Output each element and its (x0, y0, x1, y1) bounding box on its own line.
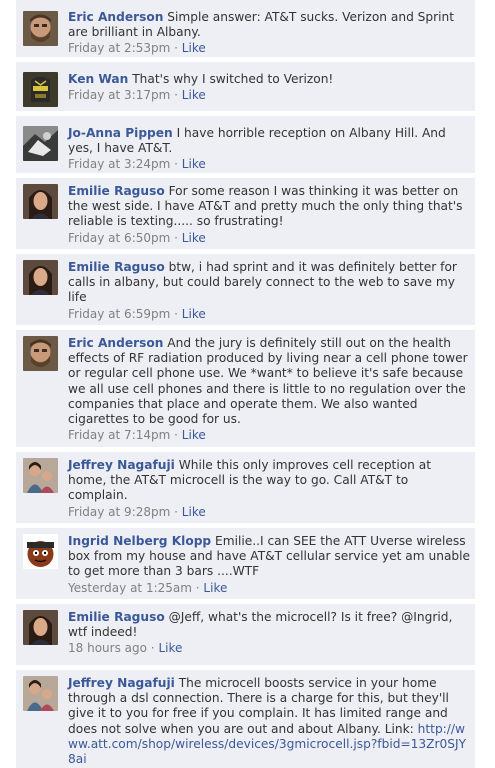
bearded-man-photo-avatar[interactable] (23, 11, 58, 46)
comment-meta: 18 hours ago · Like (68, 640, 471, 656)
bearded-man-photo-avatar[interactable] (23, 336, 58, 371)
cartoon-character-avatar[interactable] (23, 534, 58, 569)
family-photo-icon (23, 458, 58, 493)
comment-meta: Friday at 9:28pm · Like (68, 504, 471, 520)
meta-separator: · (174, 88, 178, 103)
comment-item: Jeffrey Nagafuji While this only improve… (16, 452, 475, 524)
comment-body: Emilie Raguso @Jeff, what's the microcel… (68, 610, 471, 640)
comment-meta: Yesterday at 1:25am · Like (68, 580, 471, 596)
family-photo-icon (23, 676, 58, 711)
family-photo-avatar[interactable] (23, 458, 58, 493)
like-link[interactable]: Like (182, 88, 206, 102)
comment-item: Eric Anderson And the jury is definitely… (16, 330, 475, 448)
comment-author[interactable]: Jeffrey Nagafuji (68, 458, 175, 472)
comment-author[interactable]: Eric Anderson (68, 10, 163, 24)
comment-author[interactable]: Emilie Raguso (68, 610, 165, 624)
comment-timestamp[interactable]: Friday at 6:59pm (68, 307, 170, 321)
meta-separator: · (174, 306, 178, 321)
black-and-white-photo-icon (23, 126, 58, 161)
like-link[interactable]: Like (182, 157, 206, 171)
comment-meta: Friday at 6:50pm · Like (68, 230, 471, 246)
comment-body: Jo-Anna Pippen I have horrible reception… (68, 126, 471, 156)
comment-author[interactable]: Jeffrey Nagafuji (68, 676, 175, 690)
comment-author[interactable]: Emilie Raguso (68, 260, 165, 274)
woman-portrait-photo-avatar[interactable] (23, 184, 58, 219)
comment-item: Ken Wan That's why I switched to Verizon… (16, 62, 475, 112)
woman-portrait-photo-avatar[interactable] (23, 260, 58, 295)
comment-meta: Friday at 2:53pm · Like (68, 40, 471, 56)
comment-author[interactable]: Jo-Anna Pippen (68, 126, 173, 140)
meta-separator: · (174, 428, 178, 443)
comment-timestamp[interactable]: Friday at 3:24pm (68, 157, 170, 171)
comment-timestamp[interactable]: Friday at 2:53pm (68, 41, 170, 55)
comment-body: Eric Anderson Simple answer: AT&T sucks.… (68, 10, 471, 40)
meta-separator: · (174, 230, 178, 245)
like-link[interactable]: Like (182, 505, 206, 519)
comment-meta: Friday at 7:14pm · Like (68, 427, 471, 443)
like-link[interactable]: Like (182, 41, 206, 55)
comment-timestamp[interactable]: Friday at 7:14pm (68, 428, 170, 442)
comment-body: Ingrid Nelberg Klopp Emilie..I can SEE t… (68, 534, 471, 580)
meta-separator: · (174, 41, 178, 56)
comment-body: Ken Wan That's why I switched to Verizon… (68, 72, 471, 87)
comment-author[interactable]: Eric Anderson (68, 336, 163, 350)
woman-portrait-photo-avatar[interactable] (23, 610, 58, 645)
bearded-man-photo-icon (23, 11, 58, 46)
comment-item: Jeffrey Nagafuji The microcell boosts se… (16, 670, 475, 768)
comment-body: Eric Anderson And the jury is definitely… (68, 336, 471, 427)
like-link[interactable]: Like (182, 231, 206, 245)
comment-item: Ingrid Nelberg Klopp Emilie..I can SEE t… (16, 528, 475, 600)
meta-separator: · (174, 157, 178, 172)
family-photo-avatar[interactable] (23, 676, 58, 711)
comment-author[interactable]: Emilie Raguso (68, 184, 165, 198)
sports-jersey-photo-icon (23, 72, 58, 107)
comment-timestamp[interactable]: Friday at 9:28pm (68, 505, 170, 519)
comment-thread: Eric Anderson Simple answer: AT&T sucks.… (16, 0, 475, 768)
comment-item: Emilie Raguso For some reason I was thin… (16, 178, 475, 250)
like-link[interactable]: Like (203, 581, 227, 595)
comment-item: Jo-Anna Pippen I have horrible reception… (16, 116, 475, 174)
meta-separator: · (195, 580, 200, 595)
woman-portrait-photo-icon (23, 184, 58, 219)
comment-body: Jeffrey Nagafuji The microcell boosts se… (68, 676, 471, 767)
comment-item: Emilie Raguso btw, i had sprint and it w… (16, 254, 475, 326)
comment-timestamp[interactable]: Friday at 3:17pm (68, 88, 170, 102)
bearded-man-photo-icon (23, 336, 58, 371)
comment-body: Emilie Raguso For some reason I was thin… (68, 184, 471, 230)
comment-timestamp[interactable]: Yesterday at 1:25am (68, 581, 192, 595)
like-link[interactable]: Like (182, 307, 206, 321)
comment-body: Jeffrey Nagafuji While this only improve… (68, 458, 471, 504)
comment-meta: Friday at 3:24pm · Like (68, 156, 471, 172)
comment-timestamp[interactable]: 18 hours ago (68, 641, 147, 655)
sports-jersey-photo-avatar[interactable] (23, 72, 58, 107)
meta-separator: · (150, 641, 155, 656)
meta-separator: · (174, 504, 178, 519)
comment-timestamp[interactable]: Friday at 6:50pm (68, 231, 170, 245)
woman-portrait-photo-icon (23, 260, 58, 295)
black-and-white-photo-avatar[interactable] (23, 126, 58, 161)
like-link[interactable]: Like (158, 641, 182, 655)
cartoon-character-icon (23, 534, 58, 569)
like-link[interactable]: Like (182, 428, 206, 442)
woman-portrait-photo-icon (23, 610, 58, 645)
comment-body: Emilie Raguso btw, i had sprint and it w… (68, 260, 471, 306)
comment-meta: Friday at 6:59pm · Like (68, 306, 471, 322)
comment-text: That's why I switched to Verizon! (132, 72, 334, 86)
comment-meta: Friday at 3:17pm · Like (68, 87, 471, 103)
comment-item: Emilie Raguso @Jeff, what's the microcel… (16, 604, 475, 666)
comment-author[interactable]: Ken Wan (68, 72, 128, 86)
comment-author[interactable]: Ingrid Nelberg Klopp (68, 534, 211, 548)
comment-item: Eric Anderson Simple answer: AT&T sucks.… (16, 0, 475, 58)
